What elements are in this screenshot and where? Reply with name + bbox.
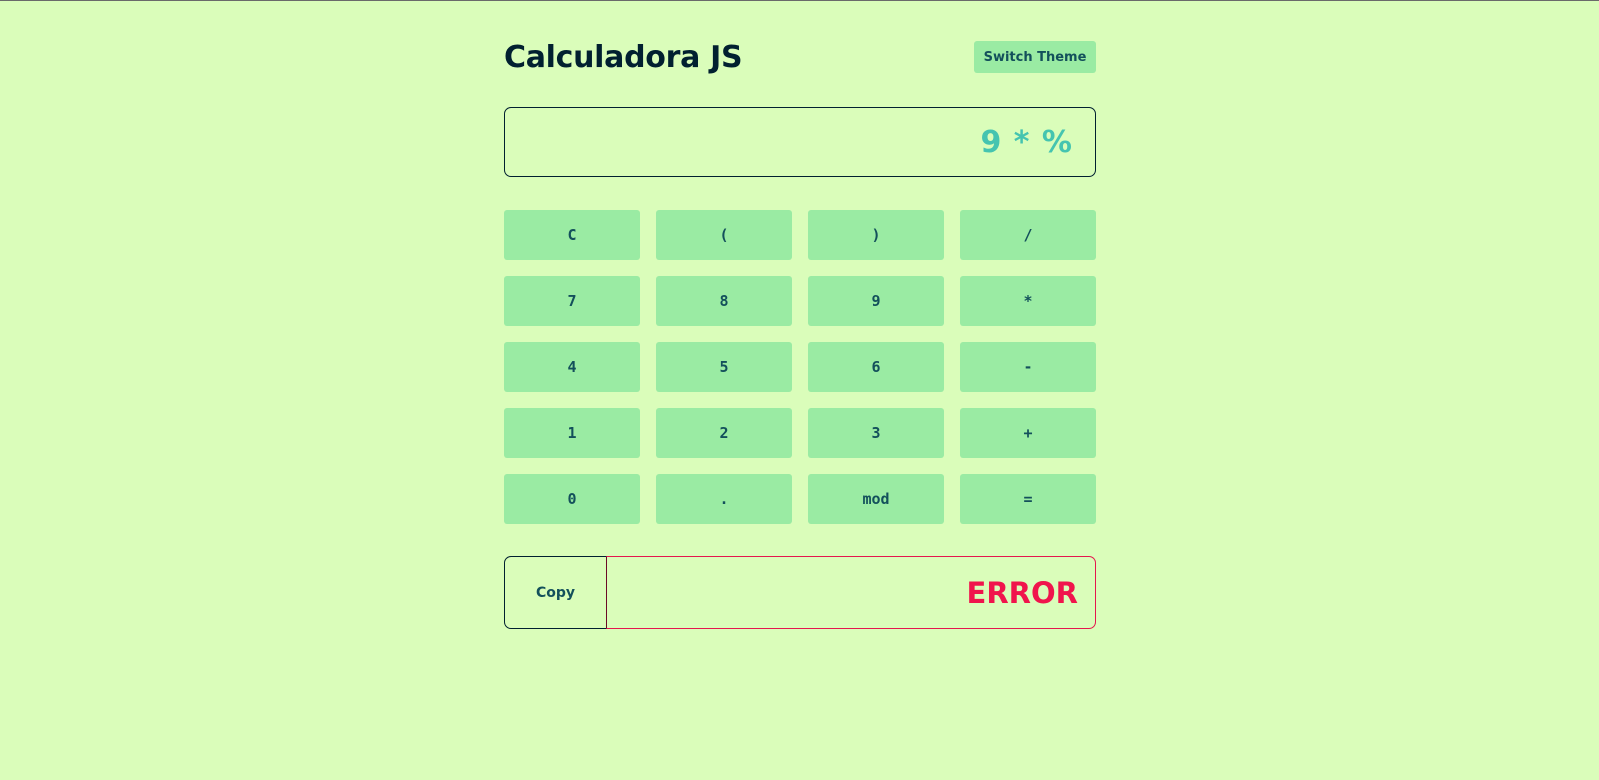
result-row: Copy ERROR xyxy=(504,556,1096,629)
digit-5-button[interactable]: 5 xyxy=(656,342,792,392)
clear-button[interactable]: C xyxy=(504,210,640,260)
close-paren-button[interactable]: ) xyxy=(808,210,944,260)
digit-6-button[interactable]: 6 xyxy=(808,342,944,392)
open-paren-button[interactable]: ( xyxy=(656,210,792,260)
calculator: Calculadora JS Switch Theme 9 * % C ( ) … xyxy=(504,38,1096,629)
digit-7-button[interactable]: 7 xyxy=(504,276,640,326)
header: Calculadora JS Switch Theme xyxy=(504,38,1096,76)
digit-2-button[interactable]: 2 xyxy=(656,408,792,458)
decimal-point-button[interactable]: . xyxy=(656,474,792,524)
copy-button[interactable]: Copy xyxy=(504,556,607,629)
digit-3-button[interactable]: 3 xyxy=(808,408,944,458)
digit-4-button[interactable]: 4 xyxy=(504,342,640,392)
page-title: Calculadora JS xyxy=(504,39,743,75)
expression-display: 9 * % xyxy=(504,107,1096,177)
multiply-button[interactable]: * xyxy=(960,276,1096,326)
keypad: C ( ) / 7 8 9 * 4 5 6 - 1 2 3 + 0 . mod … xyxy=(504,210,1096,524)
digit-1-button[interactable]: 1 xyxy=(504,408,640,458)
digit-0-button[interactable]: 0 xyxy=(504,474,640,524)
divide-button[interactable]: / xyxy=(960,210,1096,260)
add-button[interactable]: + xyxy=(960,408,1096,458)
result-display: ERROR xyxy=(606,556,1096,629)
digit-9-button[interactable]: 9 xyxy=(808,276,944,326)
digit-8-button[interactable]: 8 xyxy=(656,276,792,326)
equals-button[interactable]: = xyxy=(960,474,1096,524)
subtract-button[interactable]: - xyxy=(960,342,1096,392)
switch-theme-button[interactable]: Switch Theme xyxy=(974,41,1096,73)
modulo-button[interactable]: mod xyxy=(808,474,944,524)
